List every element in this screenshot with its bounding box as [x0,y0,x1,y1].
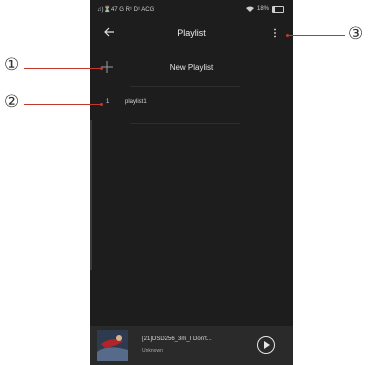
callout-2-dot [100,103,103,106]
wifi-icon [245,6,254,12]
callout-2: ② [4,92,20,112]
track-artist: Unknown [142,348,163,354]
divider [130,123,240,124]
battery-percent: 18% [256,6,269,12]
playlist-row[interactable]: 1 playlist1 [90,93,293,113]
playlist-name: playlist1 [125,99,147,105]
play-button[interactable] [257,336,275,354]
callout-3-dot [286,34,289,37]
phone-screen: ♫)⏳47 G R¹ D¹ ACG 18% Playlist New Playl… [90,0,293,365]
new-playlist-label: New Playlist [169,63,214,72]
callout-1-line [24,68,101,69]
mini-player[interactable]: [21]DSD256_3m_I Don't... Unknown [90,326,293,365]
play-icon [264,341,270,349]
callout-1-dot [100,67,103,70]
album-cover [97,330,128,361]
page-title: Playlist [177,28,206,38]
battery-icon [272,5,284,13]
callout-1: ① [4,55,20,75]
status-left: ♫)⏳47 G R¹ D¹ ACG [97,6,155,13]
track-title: [21]DSD256_3m_I Don't... [142,336,212,342]
status-right: 18% [245,5,284,13]
new-playlist-row[interactable]: New Playlist [90,54,293,82]
app-header: Playlist [90,22,293,44]
callout-3: ③ [348,24,364,44]
battery-fill [273,6,275,12]
divider [130,86,240,87]
callout-3-line [288,35,345,36]
playlist-index: 1 [106,99,110,105]
album-art [97,330,128,361]
status-bar: ♫)⏳47 G R¹ D¹ ACG 18% [90,0,293,18]
callout-2-line [24,104,101,105]
back-arrow-icon[interactable] [102,25,116,39]
more-menu-icon[interactable] [273,28,277,38]
scrollbar[interactable] [90,120,92,270]
